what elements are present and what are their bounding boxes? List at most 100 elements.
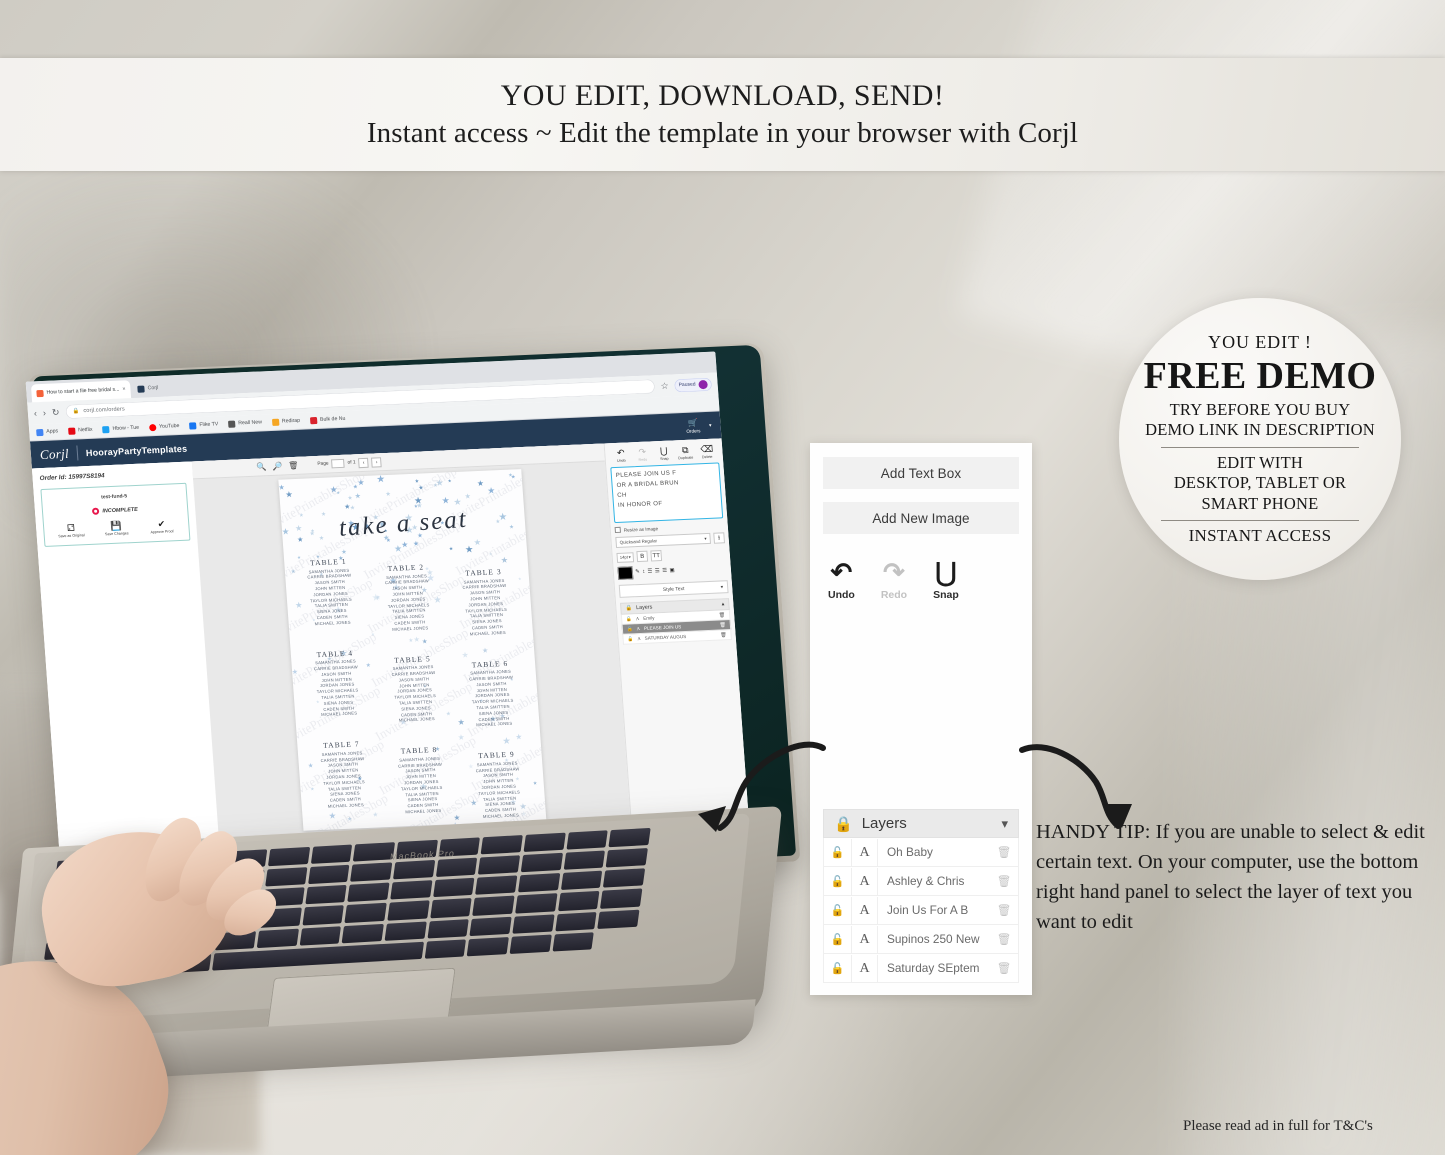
trash-icon[interactable]: 🗑	[719, 622, 726, 628]
seating-table-block[interactable]: TABLE 1 SAMANTHA JONES CARRIE BRADSHAW JASO…	[289, 554, 372, 645]
lock-open-icon[interactable]: 🔓	[824, 875, 851, 888]
text-layer-type-icon: A	[851, 867, 878, 895]
zoom-out-icon[interactable]: 🔎	[272, 461, 283, 470]
seating-table-block[interactable]: TABLE 5 SAMANTHA JONES CARRIE BRADSHAW JASO…	[374, 651, 457, 733]
seating-table-block[interactable]: TABLE 2 SAMANTHA JONES CARRIE BRADSHAW JASO…	[367, 560, 450, 642]
keyboard-key	[299, 925, 342, 946]
keyboard-key	[347, 882, 390, 903]
trash-icon[interactable]: 🗑	[288, 460, 299, 469]
text-content-textarea[interactable]: PLEASE JOIN US F OR A BRIDAL BRUN CH IN …	[610, 462, 724, 524]
layer-row[interactable]: 🔓 A Ashley & Chris 🗑	[823, 867, 1019, 896]
close-icon[interactable]: ×	[122, 386, 126, 392]
trash-icon[interactable]: 🗑	[719, 612, 726, 618]
snap-button[interactable]: ⋃ Snap	[653, 446, 675, 461]
seating-table-block[interactable]: TABLE 6 SAMANTHA JONES CARRIE BRADSHAW JASO…	[451, 656, 533, 730]
font-size-select[interactable]: 14pt ▾	[616, 551, 635, 563]
keyboard-key	[307, 864, 350, 885]
lock-open-icon[interactable]: 🔓	[824, 962, 851, 975]
order-card[interactable]: test-fund-5 INCOMPLETE ⚁ Save as Origina…	[40, 482, 191, 547]
lock-open-icon[interactable]: 🔓	[824, 933, 851, 946]
star-icon: ★	[354, 491, 362, 500]
lock-icon[interactable]: 🔓	[627, 626, 633, 632]
align-left-icon[interactable]: ☰	[647, 568, 652, 575]
bookmark-item[interactable]: Flike TV	[189, 421, 219, 430]
layer-row[interactable]: 🔓 A Join Us For A B 🗑	[823, 896, 1019, 925]
seating-chart-canvas[interactable]: ★ ★ ★ ★ ★ ★ ★ ★ ★ ★ ★ ★ ★ ★ ★ ★ ★ ★ ★ ★ ★ ★ ★ ★ ★ ★ ★ ★ ★ ★ ★ ★ ★ ★ ★ ★ ★ ★ ★ ★…	[277, 469, 546, 831]
lock-icon[interactable]: 🔓	[627, 636, 633, 642]
trash-icon[interactable]: 🗑	[720, 632, 727, 638]
duplicate-button[interactable]: ⧉ Duplicate	[674, 445, 696, 460]
chevron-right-icon[interactable]: ›	[371, 456, 382, 468]
layer-order-icon[interactable]: ▣	[669, 567, 675, 574]
tab-favicon	[36, 389, 44, 397]
bookmark-item[interactable]: Netflix	[67, 426, 93, 435]
color-swatch[interactable]	[617, 566, 634, 580]
align-center-icon[interactable]: ☰	[655, 568, 660, 575]
undo-button[interactable]: ↶ Undo	[610, 448, 632, 463]
approve-proof-button[interactable]: ✔ Approve Proof	[145, 519, 178, 535]
zoom-in-icon[interactable]: 🔍	[256, 462, 267, 471]
bookmark-item[interactable]: Hbow - Tue	[102, 424, 139, 433]
chevron-down-icon[interactable]: ▾	[709, 422, 712, 428]
line-height-icon[interactable]: ↕	[642, 569, 645, 576]
layer-row[interactable]: 🔓 A Supinos 250 New 🗑	[823, 925, 1019, 954]
italic-button[interactable]: TT	[650, 550, 663, 562]
page-input[interactable]	[331, 458, 345, 469]
save-changes-button[interactable]: 💾 Save Changes	[100, 521, 133, 537]
browser-tab-corjl[interactable]: Corjl	[132, 378, 164, 398]
reload-icon[interactable]: ↻	[52, 407, 60, 417]
add-new-image-button[interactable]: Add New Image	[823, 502, 1019, 534]
redo-button[interactable]: ↷ Redo	[881, 559, 907, 601]
orders-button[interactable]: 🛒 Orders	[686, 418, 700, 433]
star-icon[interactable]: ☆	[660, 380, 669, 390]
bookmark-item[interactable]: Apps	[36, 428, 58, 436]
trash-icon[interactable]: 🗑	[990, 932, 1018, 946]
trash-icon[interactable]: 🗑	[990, 874, 1018, 888]
undo-button[interactable]: ↶ Undo	[828, 559, 855, 601]
style-text-accordion[interactable]: Style Text ▾	[618, 580, 729, 598]
lock-icon[interactable]: 🔓	[626, 616, 632, 622]
divider	[1161, 520, 1359, 521]
eyedropper-icon[interactable]: ✎	[635, 569, 640, 576]
chevron-down-icon[interactable]: ▾	[1001, 816, 1008, 832]
trash-icon[interactable]: 🗑	[990, 845, 1018, 859]
chevron-left-icon[interactable]: ‹	[358, 457, 369, 468]
tool-label: Undo	[616, 458, 626, 463]
font-family-select[interactable]: Quicksand Regular ▾	[615, 532, 712, 549]
seating-table-block[interactable]: TABLE 9 SAMANTHA JONES CARRIE BRADSHAW JASO…	[458, 747, 540, 821]
font-download-button[interactable]: ⭳	[713, 532, 726, 544]
star-icon: ★	[413, 494, 423, 506]
seating-table-block[interactable]: TABLE 8 SAMANTHA JONES CARRIE BRADSHAW JASO…	[380, 742, 463, 824]
layer-row[interactable]: 🔓 A Saturday SEptem 🗑	[823, 954, 1019, 983]
bookmark-item[interactable]: YouTube	[148, 423, 180, 431]
seating-table-block[interactable]: TABLE 7 SAMANTHA JONES CARRIE BRADSHAW JASO…	[303, 737, 386, 828]
lock-open-icon[interactable]: 🔓	[824, 904, 851, 917]
layer-row[interactable]: 🔓 A Oh Baby 🗑	[823, 838, 1019, 867]
action-label: Approve Proof	[150, 529, 174, 535]
resize-as-image-checkbox[interactable]: Resize as Image	[614, 522, 724, 534]
align-right-icon[interactable]: ☰	[662, 568, 667, 575]
bold-button[interactable]: B	[636, 550, 649, 563]
add-text-box-button[interactable]: Add Text Box	[823, 457, 1019, 489]
forward-arrow-icon[interactable]: ›	[43, 407, 47, 417]
seating-table-block[interactable]: TABLE 3 SAMANTHA JONES CARRIE BRADSHAW JASO…	[445, 564, 527, 638]
profile-pill[interactable]: Paused	[674, 377, 713, 392]
back-arrow-icon[interactable]: ‹	[34, 408, 38, 418]
save-as-original-button[interactable]: ⚁ Save as Original	[55, 523, 88, 539]
redo-button[interactable]: ↷ Redo	[631, 447, 653, 462]
corjl-logo[interactable]: Corjl	[39, 445, 69, 462]
bookmark-item[interactable]: Reall New	[228, 419, 262, 428]
badge-edit-line1: EDIT WITH	[1217, 452, 1303, 472]
trash-icon[interactable]: 🗑	[990, 903, 1018, 917]
delete-button[interactable]: ⌫ Delete	[696, 444, 718, 460]
user-hand	[0, 810, 300, 1155]
seating-table-block[interactable]: TABLE 4 SAMANTHA JONES CARRIE BRADSHAW JASO…	[296, 645, 379, 736]
layers-panel-header[interactable]: 🔒 Layers ▾	[823, 809, 1019, 838]
star-icon: ★	[486, 485, 496, 496]
bookmark-item[interactable]: Bulk de Nu	[309, 415, 346, 424]
page-navigation: Page of 1 ‹ ›	[317, 456, 382, 470]
snap-button[interactable]: ⋃ Snap	[933, 559, 959, 601]
trash-icon[interactable]: 🗑	[990, 961, 1018, 975]
bookmark-item[interactable]: Redirap	[271, 417, 301, 426]
keyboard-key	[478, 855, 521, 875]
